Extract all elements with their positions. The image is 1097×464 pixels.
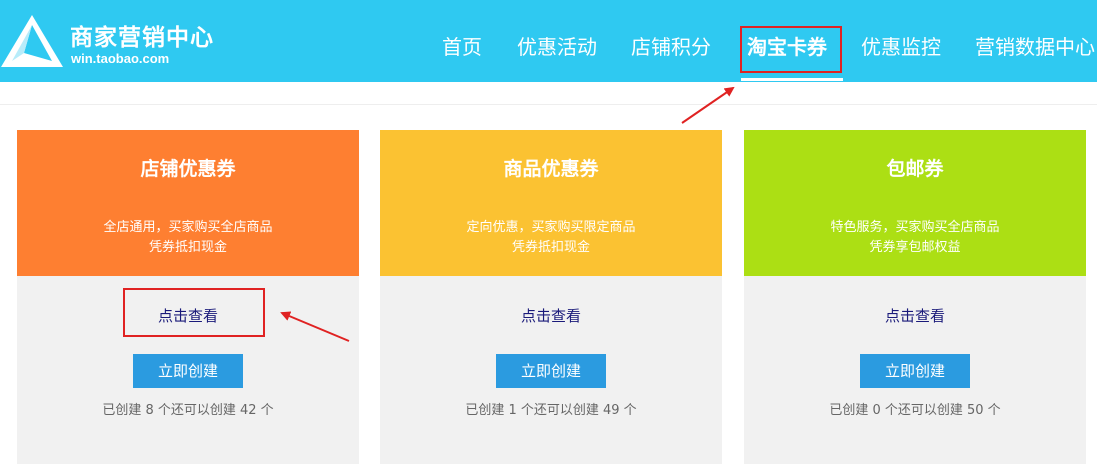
card-description: 特色服务，买家购买全店商品 凭券享包邮权益 [744, 218, 1086, 258]
nav-promotions[interactable]: 优惠活动 [517, 34, 597, 60]
card-header: 商品优惠券 定向优惠，买家购买限定商品 凭券抵扣现金 [380, 130, 722, 276]
card-desc-line1: 定向优惠，买家购买限定商品 [466, 220, 636, 235]
card-desc-line1: 全店通用，买家购买全店商品 [103, 220, 273, 235]
created-count: 已创建 1 个还可以创建 49 个 [465, 403, 637, 418]
card-title: 包邮券 [886, 158, 944, 180]
card-desc-line2: 凭券抵扣现金 [511, 240, 590, 255]
created-count: 已创建 0 个还可以创建 50 个 [829, 403, 1001, 418]
view-link[interactable]: 点击查看 [380, 305, 722, 327]
card-description: 定向优惠，买家购买限定商品 凭券抵扣现金 [380, 218, 722, 258]
card-title: 店铺优惠券 [140, 158, 236, 180]
view-link[interactable]: 点击查看 [744, 305, 1086, 327]
card-desc-line1: 特色服务，买家购买全店商品 [830, 220, 1000, 235]
create-button[interactable]: 立即创建 [133, 354, 243, 388]
active-tab-indicator [741, 78, 843, 81]
nav-home[interactable]: 首页 [442, 34, 482, 60]
nav-store-points[interactable]: 店铺积分 [631, 34, 711, 60]
nav-marketing-data[interactable]: 营销数据中心 [975, 34, 1095, 60]
card-title: 商品优惠券 [503, 158, 599, 180]
card-header: 店铺优惠券 全店通用，买家购买全店商品 凭券抵扣现金 [17, 130, 359, 276]
card-desc-line2: 凭券抵扣现金 [148, 240, 227, 255]
created-count: 已创建 8 个还可以创建 42 个 [102, 403, 274, 418]
logo-icon [1, 15, 63, 67]
top-header: 商家营销中心 win.taobao.com 首页 优惠活动 店铺积分 淘宝卡券 … [0, 0, 1097, 82]
card-header: 包邮券 特色服务，买家购买全店商品 凭券享包邮权益 [744, 130, 1086, 276]
annotation-box-nav [740, 26, 842, 73]
create-button[interactable]: 立即创建 [496, 354, 606, 388]
card-description: 全店通用，买家购买全店商品 凭券抵扣现金 [17, 218, 359, 258]
create-button[interactable]: 立即创建 [860, 354, 970, 388]
card-free-shipping-coupon: 包邮券 特色服务，买家购买全店商品 凭券享包邮权益 点击查看 立即创建 已创建 … [744, 130, 1086, 464]
logo-url: win.taobao.com [71, 51, 170, 66]
sub-strip [0, 82, 1097, 105]
card-product-coupon: 商品优惠券 定向优惠，买家购买限定商品 凭券抵扣现金 点击查看 立即创建 已创建… [380, 130, 722, 464]
annotation-box-view [123, 288, 265, 337]
card-desc-line2: 凭券享包邮权益 [869, 240, 961, 255]
nav-discount-monitor[interactable]: 优惠监控 [861, 34, 941, 60]
logo-title: 商家营销中心 [70, 25, 214, 51]
